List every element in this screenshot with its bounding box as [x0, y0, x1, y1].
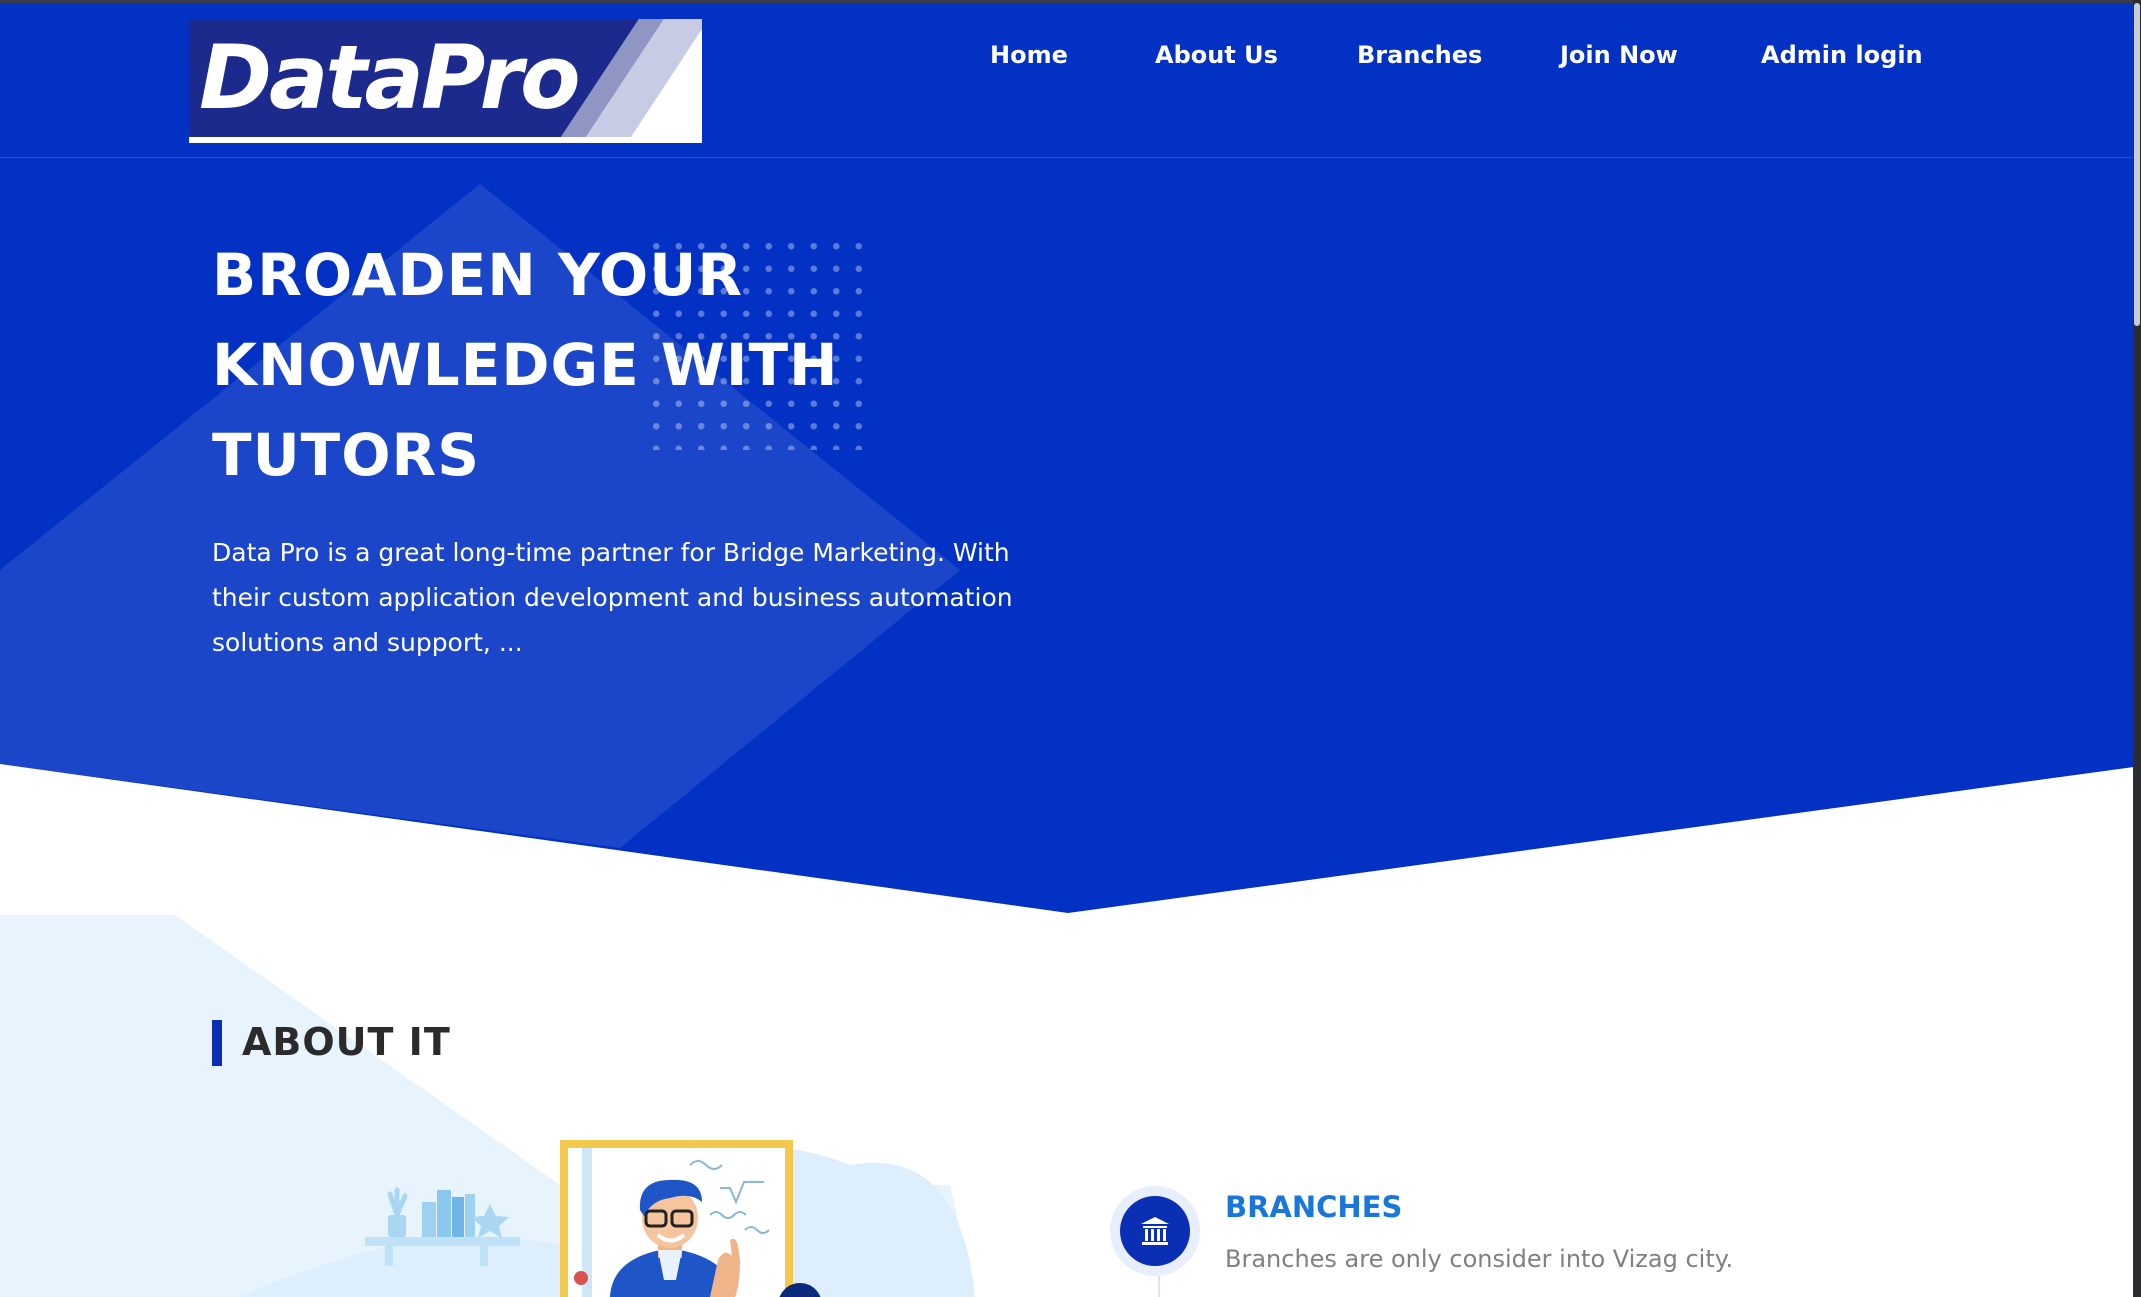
site-header: DataPro Home About Us Branches Join Now … — [0, 3, 2141, 158]
branches-feature-description: Branches are only consider into Vizag ci… — [1225, 1245, 1734, 1273]
tutor-illustration — [365, 1140, 821, 1297]
about-title: ABOUT IT — [242, 1020, 451, 1064]
timeline-connector — [1158, 1276, 1160, 1297]
hero-title-line: TUTORS — [212, 421, 480, 489]
hero-title-line: BROADEN YOUR — [212, 241, 743, 309]
branches-feature-icon — [1110, 1186, 1200, 1276]
hero-title: BROADEN YOUR KNOWLEDGE WITH TUTORS — [212, 230, 1112, 500]
nav-about-us[interactable]: About Us — [1155, 37, 1278, 73]
hero-description: Data Pro is a great long-time partner fo… — [212, 538, 1013, 657]
logo-text: DataPro — [199, 26, 581, 129]
datapro-logo[interactable]: DataPro — [189, 19, 702, 143]
hero-title-line: KNOWLEDGE WITH — [212, 331, 839, 399]
heading-accent-bar — [212, 1020, 222, 1066]
nav-home[interactable]: Home — [990, 37, 1068, 73]
nav-branches[interactable]: Branches — [1357, 37, 1482, 73]
branches-feature-title[interactable]: BRANCHES — [1225, 1190, 1402, 1224]
scrollbar-thumb[interactable] — [2134, 3, 2140, 326]
nav-admin-login[interactable]: Admin login — [1761, 37, 1923, 73]
bank-icon — [1141, 1217, 1169, 1245]
nav-join-now[interactable]: Join Now — [1560, 37, 1678, 73]
